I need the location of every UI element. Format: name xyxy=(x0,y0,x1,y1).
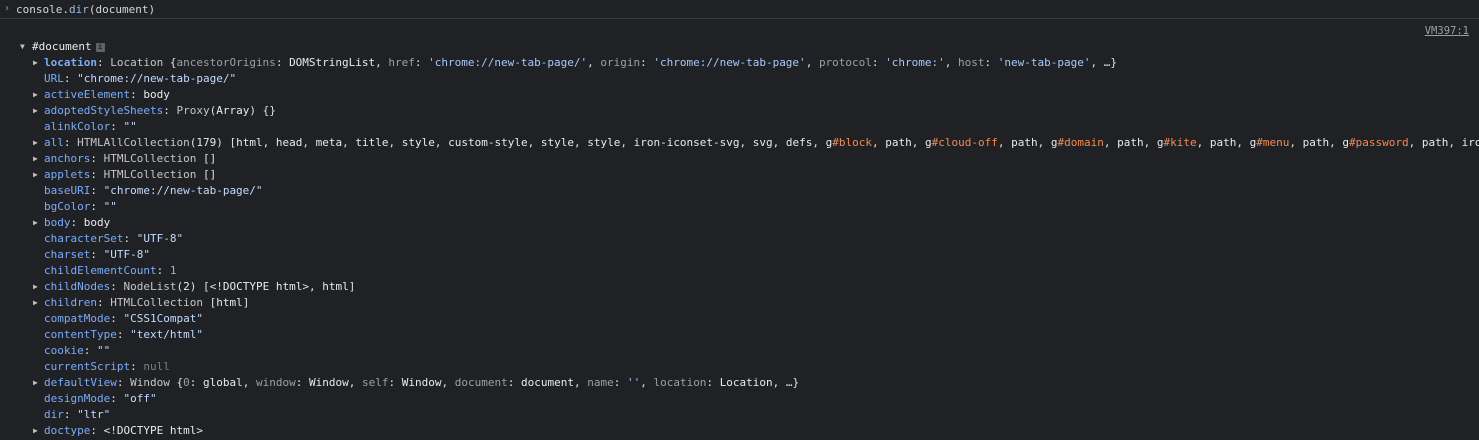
property-row-location[interactable]: ▶ location: Location {ancestorOrigins: DO… xyxy=(0,55,1479,71)
chevron-right-icon: › xyxy=(4,3,11,14)
property-row-url[interactable]: URL: "chrome://new-tab-page/" xyxy=(0,71,1479,87)
property-value: "chrome://new-tab-page/" xyxy=(77,72,237,85)
property-row-compatmode[interactable]: compatMode: "CSS1Compat" xyxy=(0,311,1479,327)
property-row-dir[interactable]: dir: "ltr" xyxy=(0,407,1479,423)
property-value: body xyxy=(143,88,170,101)
property-key: currentScript xyxy=(44,360,131,373)
property-value: Proxy(Array) {} xyxy=(176,104,276,117)
property-value: "chrome://new-tab-page/" xyxy=(103,184,263,197)
tree-root-row[interactable]: ▼ #document i xyxy=(0,39,1479,55)
property-value: "" xyxy=(97,344,111,357)
property-row-applets[interactable]: ▶ applets: HTMLCollection [] xyxy=(0,167,1479,183)
property-row-bgcolor[interactable]: bgColor: "" xyxy=(0,199,1479,215)
property-value: <!DOCTYPE html> xyxy=(103,424,203,437)
property-row-all[interactable]: ▶ all: HTMLAllCollection(179) [html, head… xyxy=(0,135,1479,151)
property-row-childelementcount[interactable]: childElementCount: 1 xyxy=(0,263,1479,279)
property-value: Location {ancestorOrigins: DOMStringList… xyxy=(110,56,1117,69)
property-value: "" xyxy=(123,120,137,133)
triangle-down-icon[interactable]: ▼ xyxy=(20,39,25,55)
console-input-text[interactable]: console.dir(document) xyxy=(16,3,155,16)
triangle-right-icon[interactable]: ▶ xyxy=(33,151,38,167)
property-key: contentType xyxy=(44,328,117,341)
property-key: charset xyxy=(44,248,91,261)
triangle-right-icon[interactable]: ▶ xyxy=(33,167,38,183)
property-key: doctype xyxy=(44,424,91,437)
property-key: applets xyxy=(44,168,91,181)
property-key: baseURI xyxy=(44,184,91,197)
property-row-characterset[interactable]: characterSet: "UTF-8" xyxy=(0,231,1479,247)
object-tree: ▼ #document i ▶ location: Location {ancest… xyxy=(0,39,1479,439)
property-value: HTMLCollection [] xyxy=(103,152,217,165)
source-link[interactable]: VM397:1 xyxy=(1425,25,1469,37)
property-row-designmode[interactable]: designMode: "off" xyxy=(0,391,1479,407)
property-value: "ltr" xyxy=(77,408,111,421)
property-value: 1 xyxy=(169,264,177,277)
property-key: childNodes xyxy=(44,280,111,293)
property-value: "" xyxy=(103,200,117,213)
property-row-doctype[interactable]: ▶ doctype: <!DOCTYPE html> xyxy=(0,423,1479,439)
property-value: "text/html" xyxy=(130,328,203,341)
triangle-right-icon[interactable]: ▶ xyxy=(33,103,38,119)
info-icon[interactable]: i xyxy=(95,42,105,52)
property-value: "CSS1Compat" xyxy=(123,312,203,325)
property-value: "UTF-8" xyxy=(103,248,150,261)
property-key: alinkColor xyxy=(44,120,111,133)
property-row-defaultview[interactable]: ▶ defaultView: Window {0: global, window:… xyxy=(0,375,1479,391)
root-label: #document xyxy=(32,40,92,53)
property-key: activeElement xyxy=(44,88,131,101)
property-row-alinkcolor[interactable]: alinkColor: "" xyxy=(0,119,1479,135)
property-key: cookie xyxy=(44,344,84,357)
property-key: adoptedStyleSheets xyxy=(44,104,164,117)
property-key: defaultView xyxy=(44,376,117,389)
triangle-right-icon[interactable]: ▶ xyxy=(33,135,38,151)
property-key: compatMode xyxy=(44,312,111,325)
property-list: ▶ location: Location {ancestorOrigins: DO… xyxy=(0,55,1479,439)
property-row-contenttype[interactable]: contentType: "text/html" xyxy=(0,327,1479,343)
property-key: childElementCount xyxy=(44,264,157,277)
property-key: dir xyxy=(44,408,64,421)
triangle-right-icon[interactable]: ▶ xyxy=(33,279,38,295)
property-key: location xyxy=(44,56,97,69)
property-value: HTMLCollection [html] xyxy=(110,296,250,309)
triangle-right-icon[interactable]: ▶ xyxy=(33,423,38,439)
property-value: null xyxy=(143,360,170,373)
property-row-childnodes[interactable]: ▶ childNodes: NodeList(2) [<!DOCTYPE html… xyxy=(0,279,1479,295)
property-row-body[interactable]: ▶ body: body xyxy=(0,215,1479,231)
property-key: designMode xyxy=(44,392,111,405)
property-key: bgColor xyxy=(44,200,91,213)
property-row-anchors[interactable]: ▶ anchors: HTMLCollection [] xyxy=(0,151,1479,167)
property-value: Window {0: global, window: Window, self:… xyxy=(130,376,800,389)
property-row-charset[interactable]: charset: "UTF-8" xyxy=(0,247,1479,263)
property-row-currentscript[interactable]: currentScript: null xyxy=(0,359,1479,375)
triangle-right-icon[interactable]: ▶ xyxy=(33,375,38,391)
property-row-adoptedstylesheets[interactable]: ▶ adoptedStyleSheets: Proxy(Array) {} xyxy=(0,103,1479,119)
property-row-children[interactable]: ▶ children: HTMLCollection [html] xyxy=(0,295,1479,311)
property-key: URL xyxy=(44,72,64,85)
triangle-right-icon[interactable]: ▶ xyxy=(33,295,38,311)
property-value: "UTF-8" xyxy=(136,232,184,245)
property-key: body xyxy=(44,216,71,229)
property-key: children xyxy=(44,296,97,309)
property-value: NodeList(2) [<!DOCTYPE html>, html] xyxy=(123,280,356,293)
property-key: anchors xyxy=(44,152,91,165)
property-value: HTMLAllCollection(179) [html, head, meta… xyxy=(77,136,1479,149)
triangle-right-icon[interactable]: ▶ xyxy=(33,55,38,71)
property-row-baseuri[interactable]: baseURI: "chrome://new-tab-page/" xyxy=(0,183,1479,199)
property-key: characterSet xyxy=(44,232,124,245)
property-value: body xyxy=(83,216,111,229)
console-input-line[interactable]: › console.dir(document) xyxy=(0,0,1479,19)
property-row-activeelement[interactable]: ▶ activeElement: body xyxy=(0,87,1479,103)
property-value: "off" xyxy=(123,392,157,405)
triangle-right-icon[interactable]: ▶ xyxy=(33,87,38,103)
triangle-right-icon[interactable]: ▶ xyxy=(33,215,38,231)
property-row-cookie[interactable]: cookie: "" xyxy=(0,343,1479,359)
property-value: HTMLCollection [] xyxy=(103,168,217,181)
property-key: all xyxy=(44,136,64,149)
